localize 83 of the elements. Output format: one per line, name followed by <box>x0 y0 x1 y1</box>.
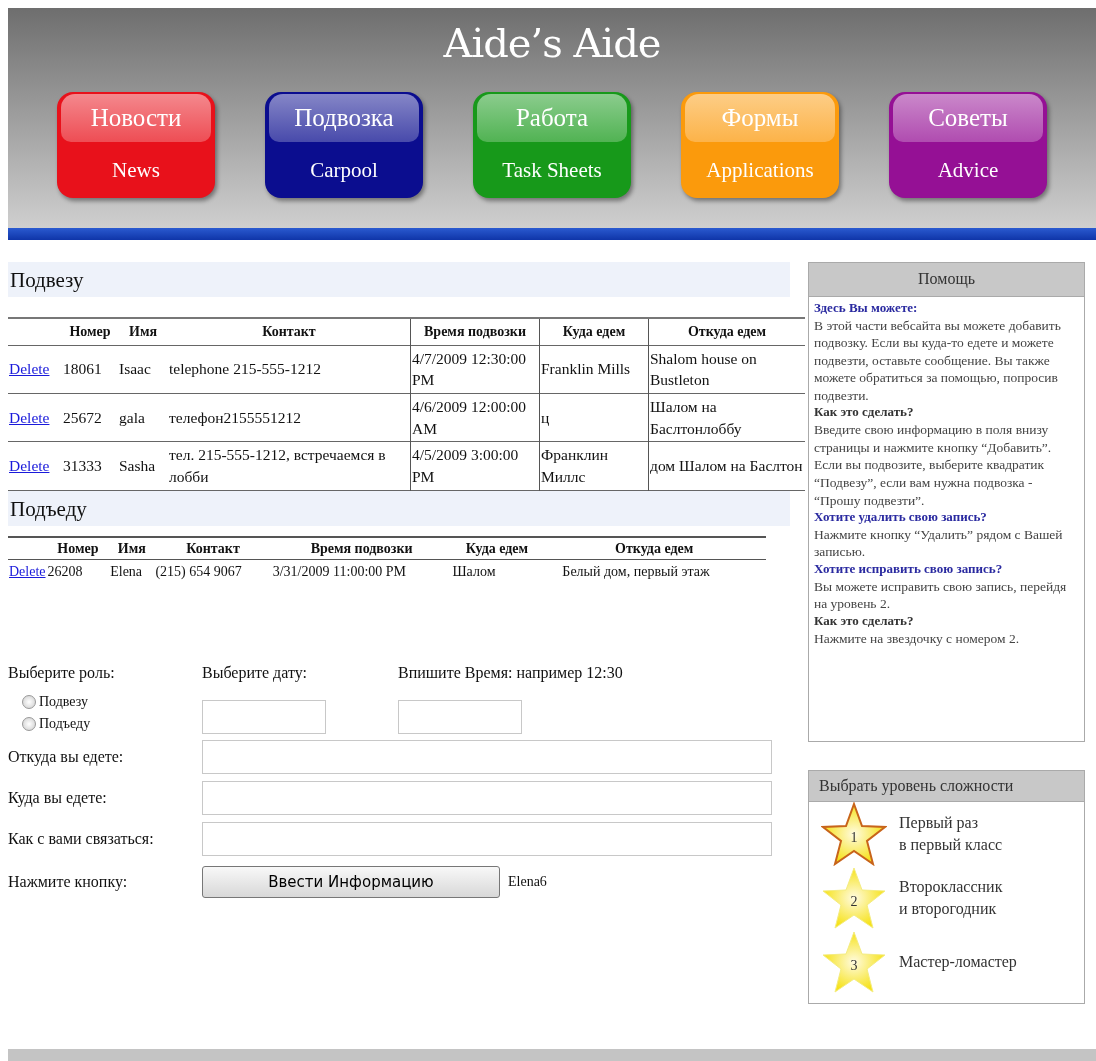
help-text: Введите свою информацию в поля внизу страницы и нажмите кнопку “Добавить”. Если вы подвозите, выберите квадратик “Подвезу”, если вам нужна подвозка - “Прошу подвезти”. <box>814 421 1053 510</box>
table-cell: Белый дом, первый этаж <box>542 559 766 584</box>
site-title: Aide’s Aide <box>443 20 661 66</box>
table-cell: тел. 215-555-1212, встречаемся в лобби <box>168 441 411 491</box>
field-label: Нажмите кнопку: <box>8 873 129 892</box>
level-star[interactable]: 2 <box>821 866 887 930</box>
radio-button[interactable] <box>22 716 36 731</box>
nav-tile[interactable]: Новости News <box>57 92 215 198</box>
level-label: Первый раз в первый класс <box>899 812 1003 856</box>
table-cell: 18061 <box>62 345 118 394</box>
table-cell: 4/5/2009 3:00:00 PM <box>410 441 540 491</box>
table-cell: 4/7/2009 12:30:00 PM <box>410 345 540 394</box>
input-field[interactable] <box>202 740 772 775</box>
panel-title: Выбрать уровень сложности <box>809 771 1084 802</box>
table-cell: телефон2155551212 <box>168 393 411 442</box>
nav-tile[interactable]: Подвозка Carpool <box>265 92 423 198</box>
column-header: Контакт <box>168 318 411 345</box>
table-cell: ц <box>539 393 649 442</box>
panel-title: Помощь <box>809 263 1084 297</box>
delete-link[interactable]: Delete <box>9 360 50 378</box>
help-text: В этой части вебсайта вы можете добавить подвозку. Если вы куда-то едете и можете подвезти, оставьте сообщение. Вы также можете обратиться за помощью, попросив подвезти. <box>814 316 1062 405</box>
field-label: Выберите дату: <box>202 663 308 682</box>
table-cell: Франклин Миллс <box>539 441 649 491</box>
column-header: Номер <box>46 536 110 560</box>
time-field[interactable] <box>398 699 522 734</box>
input-field[interactable] <box>202 781 772 816</box>
delete-link[interactable]: Delete <box>9 457 50 475</box>
level-label: Мастер-ломастер <box>899 951 1017 973</box>
table-cell: Elena <box>109 559 155 584</box>
help-text: Вы можете исправить свою запись, перейдя на уровень 2. <box>814 577 1068 613</box>
table-cell: 4/6/2009 12:00:00 AM <box>410 393 540 442</box>
field-label: Как с вами связаться: <box>8 830 155 849</box>
column-header: Контакт <box>154 536 272 560</box>
section-heading: Подвезу <box>8 262 790 297</box>
help-heading: Хотите удалить свою запись? <box>814 509 988 526</box>
table-cell: 26208 <box>46 559 110 584</box>
user-name: Elena6 <box>508 874 547 891</box>
help-heading: Здесь Вы можете: <box>814 299 919 317</box>
table-cell: дом Шалом на Баслтон <box>648 441 805 491</box>
submit-button[interactable]: Ввести Информацию <box>202 866 500 899</box>
table-cell: Шалом <box>451 559 543 584</box>
radio-label: Подвезу <box>39 693 88 710</box>
table-cell: gala <box>118 393 168 442</box>
help-heading: Как это сделать? <box>814 404 915 422</box>
help-heading: Хотите исправить свою запись? <box>814 561 1004 578</box>
radio-label: Подъеду <box>39 715 91 732</box>
delete-link[interactable]: Delete <box>9 564 46 580</box>
column-header: Номер <box>62 318 118 345</box>
column-header: Имя <box>109 536 155 560</box>
table-cell: 31333 <box>62 441 118 491</box>
table-cell: Sasha <box>118 441 168 491</box>
radio-button[interactable] <box>22 694 36 709</box>
field-label: Выберите роль: <box>8 663 116 682</box>
column-header: Имя <box>118 318 168 345</box>
column-header: Время подвозки <box>271 536 452 560</box>
input-field[interactable] <box>202 822 772 857</box>
column-header: Время подвозки <box>410 318 540 345</box>
level-label: Второклассник и второгодник <box>899 876 1003 920</box>
field-label: Впишите Время: например 12:30 <box>398 663 624 682</box>
column-header: Куда едем <box>451 536 543 560</box>
help-heading: Как это сделать? <box>814 613 915 630</box>
table-cell: telephone 215-555-1212 <box>168 345 411 394</box>
level-star[interactable]: 3 <box>821 930 887 994</box>
table-cell: Шалом на Баслтонлоббу <box>648 393 805 442</box>
column-header: Куда едем <box>539 318 649 345</box>
column-header: Откуда едем <box>542 536 766 560</box>
field-label: Откуда вы едете: <box>8 748 125 767</box>
nav-tile[interactable]: Советы Advice <box>889 92 1047 198</box>
field-label: Куда вы едете: <box>8 789 108 808</box>
table-cell: Shalom house on Bustleton <box>648 345 805 394</box>
delete-link[interactable]: Delete <box>9 408 50 426</box>
table-cell: Franklin Mills <box>539 345 649 394</box>
level-star[interactable]: 1 <box>821 802 887 866</box>
section-heading: Подъеду <box>8 490 790 526</box>
table-cell: Isaac <box>118 345 168 394</box>
date-field[interactable] <box>202 699 326 734</box>
table-cell: (215) 654 9067 <box>154 559 272 584</box>
table-cell: 3/31/2009 11:00:00 PM <box>271 559 452 584</box>
help-text: Нажмите кнопку “Удалить” рядом с Вашей записью. <box>814 525 1064 562</box>
help-text: Нажмите на звездочку с номером 2. <box>814 629 1021 648</box>
nav-tile[interactable]: Работа Task Sheets <box>473 92 631 198</box>
column-header: Откуда едем <box>648 318 805 345</box>
table-cell: 25672 <box>62 393 118 442</box>
